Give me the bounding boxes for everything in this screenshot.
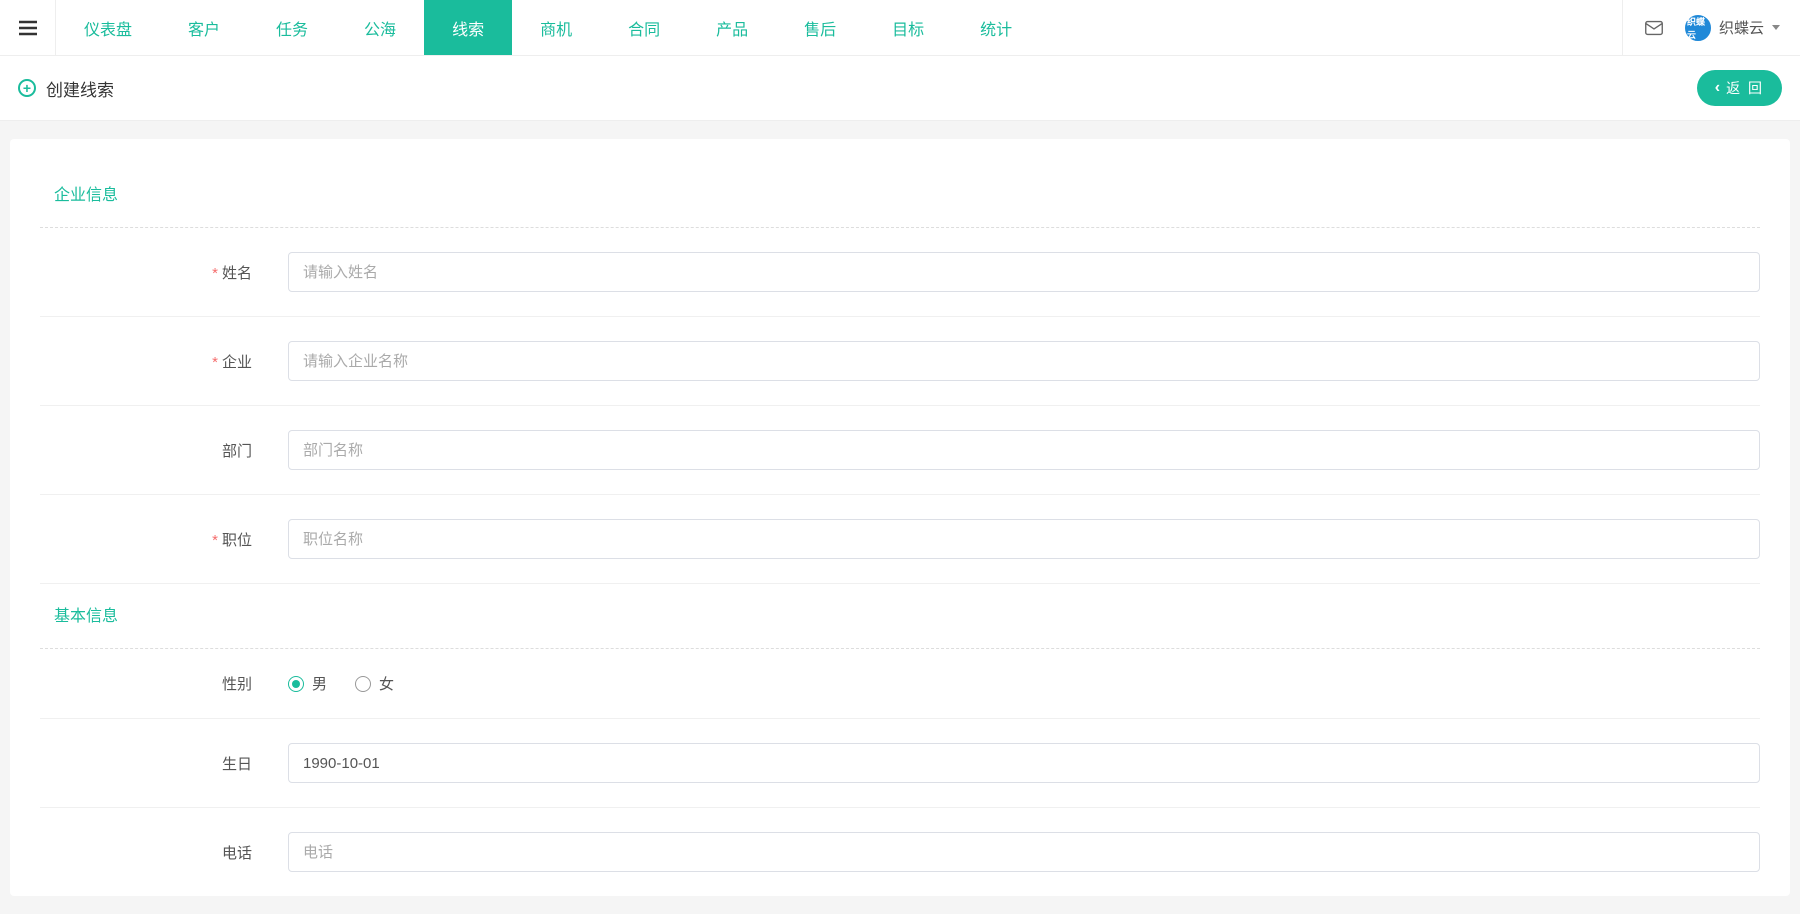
label-company: *企业 (40, 351, 288, 372)
nav-aftersale[interactable]: 售后 (776, 0, 864, 55)
subheader-left: + 创建线索 (18, 76, 114, 101)
form-row-dept: 部门 (40, 406, 1760, 495)
form-content: 企业信息 *姓名 *企业 部门 *职位 基本信息 性别 男 (10, 139, 1790, 896)
form-row-gender: 性别 男 女 (40, 649, 1760, 719)
header-right: 织蝶云 织蝶云 (1622, 0, 1800, 55)
section-title-enterprise: 企业信息 (40, 163, 1760, 228)
form-row-name: *姓名 (40, 228, 1760, 317)
nav-goal[interactable]: 目标 (864, 0, 952, 55)
label-gender: 性别 (40, 673, 288, 694)
nav-customer[interactable]: 客户 (160, 0, 248, 55)
avatar: 织蝶云 (1685, 15, 1711, 41)
chevron-down-icon (1772, 25, 1780, 30)
section-title-basic: 基本信息 (40, 584, 1760, 649)
form-row-position: *职位 (40, 495, 1760, 584)
envelope-icon (1643, 17, 1665, 39)
mail-button[interactable] (1643, 17, 1665, 39)
label-position: *职位 (40, 529, 288, 550)
label-dept: 部门 (40, 440, 288, 461)
form-row-phone: 电话 (40, 808, 1760, 896)
nav-contract[interactable]: 合同 (600, 0, 688, 55)
page-title: 创建线索 (46, 76, 114, 101)
input-name[interactable] (288, 252, 1760, 292)
subheader: + 创建线索 ‹ 返 回 (0, 56, 1800, 121)
input-phone[interactable] (288, 832, 1760, 872)
hamburger-icon (16, 16, 40, 40)
top-nav: 仪表盘 客户 任务 公海 线索 商机 合同 产品 售后 目标 统计 (56, 0, 1622, 55)
nav-dashboard[interactable]: 仪表盘 (56, 0, 160, 55)
menu-toggle-button[interactable] (0, 0, 56, 55)
radio-female-label: 女 (379, 673, 394, 694)
radio-male[interactable]: 男 (288, 673, 327, 694)
back-button-label: 返 回 (1726, 78, 1764, 98)
radio-female[interactable]: 女 (355, 673, 394, 694)
nav-lead[interactable]: 线索 (424, 0, 512, 55)
input-birthday[interactable] (288, 743, 1760, 783)
radio-circle-icon (355, 676, 371, 692)
back-button[interactable]: ‹ 返 回 (1697, 70, 1782, 106)
chevron-left-icon: ‹ (1715, 79, 1722, 97)
radio-circle-icon (288, 676, 304, 692)
label-name: *姓名 (40, 262, 288, 283)
input-company[interactable] (288, 341, 1760, 381)
nav-opportunity[interactable]: 商机 (512, 0, 600, 55)
form-row-company: *企业 (40, 317, 1760, 406)
radio-group-gender: 男 女 (288, 673, 394, 694)
form-row-birthday: 生日 (40, 719, 1760, 808)
radio-male-label: 男 (312, 673, 327, 694)
nav-sea[interactable]: 公海 (336, 0, 424, 55)
user-name-label: 织蝶云 (1719, 17, 1764, 38)
nav-stats[interactable]: 统计 (952, 0, 1040, 55)
label-birthday: 生日 (40, 753, 288, 774)
add-circle-icon: + (18, 79, 36, 97)
nav-product[interactable]: 产品 (688, 0, 776, 55)
top-header: 仪表盘 客户 任务 公海 线索 商机 合同 产品 售后 目标 统计 织蝶云 织蝶… (0, 0, 1800, 56)
label-phone: 电话 (40, 842, 288, 863)
nav-task[interactable]: 任务 (248, 0, 336, 55)
user-menu[interactable]: 织蝶云 织蝶云 (1685, 15, 1780, 41)
input-dept[interactable] (288, 430, 1760, 470)
input-position[interactable] (288, 519, 1760, 559)
